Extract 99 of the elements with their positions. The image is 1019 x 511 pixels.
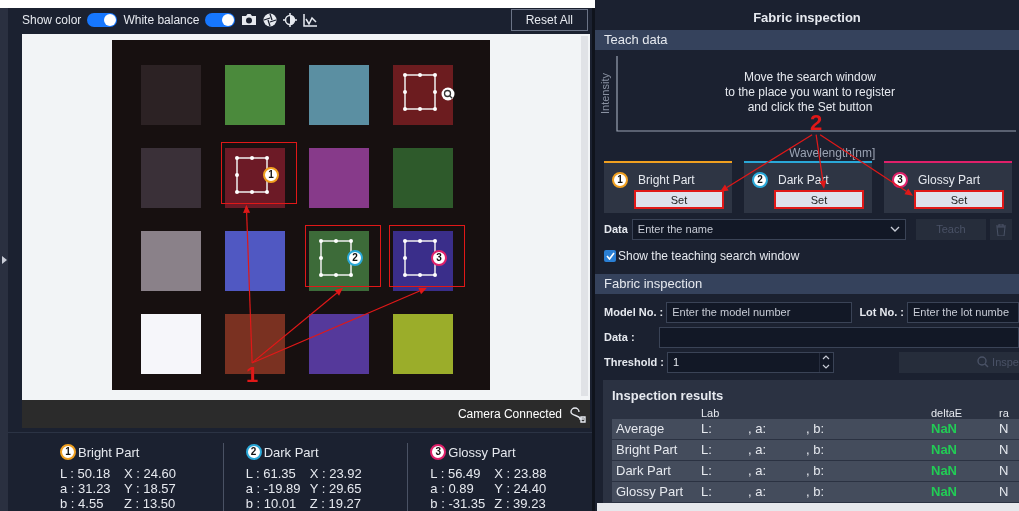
section-header: Teach data [595,29,1019,50]
section-header: Fabric inspection [595,273,1019,294]
lab-value: b : 4.55 [60,496,105,511]
table-cell: Bright Part [616,442,678,458]
table-cell: L: [701,463,712,479]
expand-arrow-icon[interactable] [1,255,7,264]
set-button[interactable]: Set [914,189,1004,209]
table-cell: , a: [748,442,767,458]
threshold-field[interactable]: 1 [666,351,834,373]
toggle-switch[interactable] [205,12,236,27]
checkbox-label: Show the teaching search window [618,247,800,265]
lab-value: a : 0.89 [430,481,475,496]
search-window[interactable] [319,238,353,277]
reset-all-button[interactable]: Reset All [510,8,588,31]
table-cell: N [999,484,1009,500]
lab-value: L : 50.18 [60,466,112,481]
number-marker: 2 [752,171,768,188]
table-cell: NaN [931,421,957,437]
table-cell: NaN [931,463,957,479]
xyz-value: Z : 19.27 [309,496,362,511]
scrollbar[interactable] [581,35,588,396]
number-marker: 3 [892,171,908,188]
toggle-label: Show color [22,11,82,29]
part-name: Bright Part [78,443,140,462]
table-cell: Glossy Part [616,484,684,500]
lot-number-field[interactable]: Enter the lot numbe [907,301,1019,323]
xyz-value: Y : 29.65 [309,481,363,496]
column-header: Lab [700,406,721,422]
part-name: Glossy Part [448,443,516,462]
axis-label: Intensity [598,72,612,114]
line-chart-icon[interactable] [303,12,319,27]
lab-value: L : 56.49 [430,466,482,481]
toggle-switch[interactable] [87,12,118,27]
name-dropdown[interactable]: Enter the name [631,218,906,240]
table-cell: L: [701,442,712,458]
camera-icon[interactable] [241,13,258,27]
xyz-value: Y : 24.40 [494,481,548,496]
horizontal-scrollbar[interactable] [597,503,1019,511]
table-cell: , a: [748,484,767,500]
table-cell: , b: [806,484,825,500]
brightness-icon[interactable] [283,12,298,27]
lab-value: a : 31.23 [60,481,112,496]
number-marker: 1 [60,444,76,461]
column-header: deltaE [930,406,964,422]
field-label: Threshold : [604,354,664,370]
table-cell: Dark Part [616,463,671,479]
part-name: Bright Part [638,171,695,189]
callout-number: 1 [246,363,259,386]
table-cell: , a: [748,463,767,479]
xyz-value: Y : 18.57 [124,481,177,496]
table-cell: NaN [931,442,957,458]
model-number-field[interactable]: Enter the model number [666,301,853,323]
data-field[interactable] [659,326,1019,348]
table-cell: N [999,442,1009,458]
number-marker: 3 [430,444,447,461]
lab-value: L : 61.35 [245,466,297,481]
xyz-value: X : 24.60 [124,466,178,481]
lab-value: a : -19.89 [245,481,302,496]
xyz-value: Z : 13.50 [124,496,177,511]
show-window-checkbox[interactable] [604,249,616,262]
part-name: Dark Part [263,443,319,462]
column-header: ra [998,406,1010,422]
results-title: Inspection results [612,386,725,405]
xyz-value: X : 23.88 [494,466,548,481]
xyz-value: Z : 39.23 [494,496,547,511]
table-cell: L: [701,484,712,500]
aperture-icon[interactable] [263,12,278,27]
search-window[interactable] [235,155,269,194]
search-icon [977,356,990,369]
zoom-icon[interactable] [441,86,455,101]
number-marker: 2 [245,444,262,461]
toggle-label: White balance [123,11,200,29]
table-cell: Average [616,421,665,437]
field-label: Data [604,222,628,237]
part-name: Glossy Part [918,171,980,189]
search-window[interactable] [403,72,437,111]
chevron-down-icon [889,226,900,233]
table-cell: N [999,463,1009,479]
connection-status: Camera Connected [457,405,562,423]
set-button[interactable]: Set [774,189,864,209]
field-label: Model No. : [604,304,664,320]
number-marker: 1 [612,171,628,188]
table-cell: , b: [806,442,825,458]
lab-value: b : -31.35 [430,496,487,511]
table-cell: , a: [748,421,767,437]
set-button[interactable]: Set [634,189,724,209]
field-label: Lot No. : [859,304,904,320]
table-cell: NaN [931,484,957,500]
table-cell: L: [701,421,712,437]
search-window[interactable] [403,238,437,277]
trash-icon [995,224,1006,237]
table-cell: , b: [806,463,825,479]
table-cell: , b: [806,421,825,437]
field-label: Data : [604,329,636,345]
cable-icon [568,404,586,423]
xyz-value: X : 23.92 [309,466,363,481]
panel-title: Fabric inspection [752,9,862,28]
table-cell: N [999,421,1009,437]
lab-value: b : 10.01 [245,496,298,511]
